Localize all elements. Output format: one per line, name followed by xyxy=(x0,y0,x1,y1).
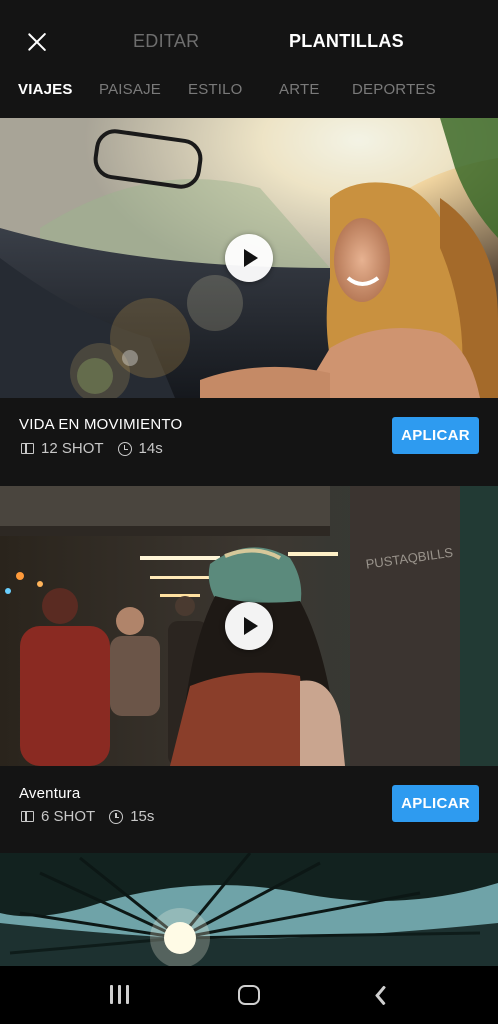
apply-button[interactable]: APLICAR xyxy=(392,417,479,454)
play-icon[interactable] xyxy=(225,602,273,650)
system-nav-bar xyxy=(0,966,498,1024)
template-meta: 12 SHOT 14s xyxy=(21,440,163,457)
category-tab-paisaje[interactable]: PAISAJE xyxy=(99,81,161,98)
duration: 15s xyxy=(130,808,155,825)
duration: 14s xyxy=(138,440,163,457)
category-tab-estilo[interactable]: ESTILO xyxy=(188,81,243,98)
top-bar: EDITAR PLANTILLAS xyxy=(0,0,498,84)
clock-icon xyxy=(109,809,124,824)
home-icon[interactable] xyxy=(238,985,260,1005)
tab-templates[interactable]: PLANTILLAS xyxy=(289,31,404,52)
apply-button[interactable]: APLICAR xyxy=(392,785,479,822)
palm-scene-image xyxy=(0,853,498,966)
template-thumbnail[interactable]: PUSTAQBILLS xyxy=(0,486,498,766)
back-icon[interactable] xyxy=(373,984,387,1006)
close-icon[interactable] xyxy=(22,27,52,57)
template-title: Aventura xyxy=(19,785,81,802)
shot-icon xyxy=(21,811,34,822)
shot-count: 6 SHOT xyxy=(41,808,96,825)
template-thumbnail[interactable] xyxy=(0,853,498,966)
category-tabs: VIAJES PAISAJE ESTILO ARTE DEPORTES xyxy=(0,78,498,108)
play-icon[interactable] xyxy=(225,234,273,282)
template-thumbnail[interactable] xyxy=(0,118,498,398)
template-meta: 6 SHOT 15s xyxy=(21,808,154,825)
shot-count: 12 SHOT xyxy=(41,440,104,457)
template-card: VIDA EN MOVIMIENTO 12 SHOT 14s APLICAR xyxy=(0,118,498,484)
tab-edit[interactable]: EDITAR xyxy=(133,31,199,52)
category-tab-arte[interactable]: ARTE xyxy=(279,81,320,98)
shot-icon xyxy=(21,443,34,454)
category-tab-deportes[interactable]: DEPORTES xyxy=(352,81,436,98)
recent-apps-icon[interactable] xyxy=(109,985,131,1005)
clock-icon xyxy=(117,441,132,456)
template-card xyxy=(0,853,498,966)
template-card: PUSTAQBILLS Aventura 6 SHOT 15s APLICAR xyxy=(0,486,498,852)
template-title: VIDA EN MOVIMIENTO xyxy=(19,416,183,433)
app-root: EDITAR PLANTILLAS VIAJES PAISAJE ESTILO … xyxy=(0,0,498,1024)
category-tab-viajes[interactable]: VIAJES xyxy=(18,81,73,98)
